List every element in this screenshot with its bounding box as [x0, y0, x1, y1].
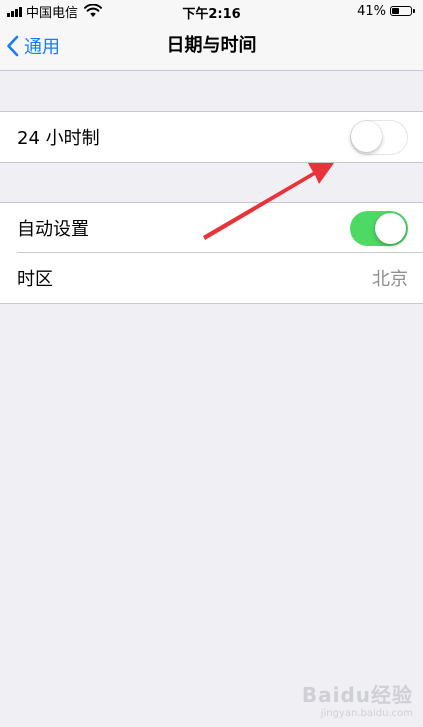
toggle-auto-set[interactable]	[350, 210, 408, 246]
setting-label-auto-set: 自动设置	[17, 219, 89, 240]
battery-icon	[390, 6, 412, 16]
setting-row-24-hour: 24 小时制	[0, 112, 423, 162]
baidu-watermark: Baidu经验 jingyan.baidu.com	[302, 679, 413, 719]
setting-label-24-hour: 24 小时制	[17, 128, 100, 149]
timezone-value: 北京	[372, 269, 408, 290]
setting-row-timezone[interactable]: 时区 北京	[0, 253, 423, 303]
settings-group-time-format: 24 小时制	[0, 111, 423, 163]
status-bar: 中国电信 下午2:16 41%	[0, 0, 423, 22]
settings-group-auto: 自动设置 时区 北京	[0, 202, 423, 304]
status-right: 41%	[357, 3, 415, 19]
toggle-knob	[375, 212, 406, 244]
setting-row-auto-set: 自动设置	[0, 203, 423, 253]
setting-label-timezone: 时区	[17, 269, 53, 290]
toggle-knob	[351, 121, 382, 152]
watermark-url: jingyan.baidu.com	[320, 708, 413, 719]
page-title: 日期与时间	[166, 35, 257, 56]
battery-fill	[392, 8, 399, 14]
toggle-24-hour[interactable]	[350, 119, 408, 155]
nav-bar: 通用 日期与时间	[0, 22, 423, 71]
red-arrow-icon	[203, 163, 334, 240]
battery-percent: 41%	[357, 3, 386, 19]
battery-tip	[413, 9, 415, 13]
watermark-logo-text: Baidu经验	[301, 683, 413, 707]
